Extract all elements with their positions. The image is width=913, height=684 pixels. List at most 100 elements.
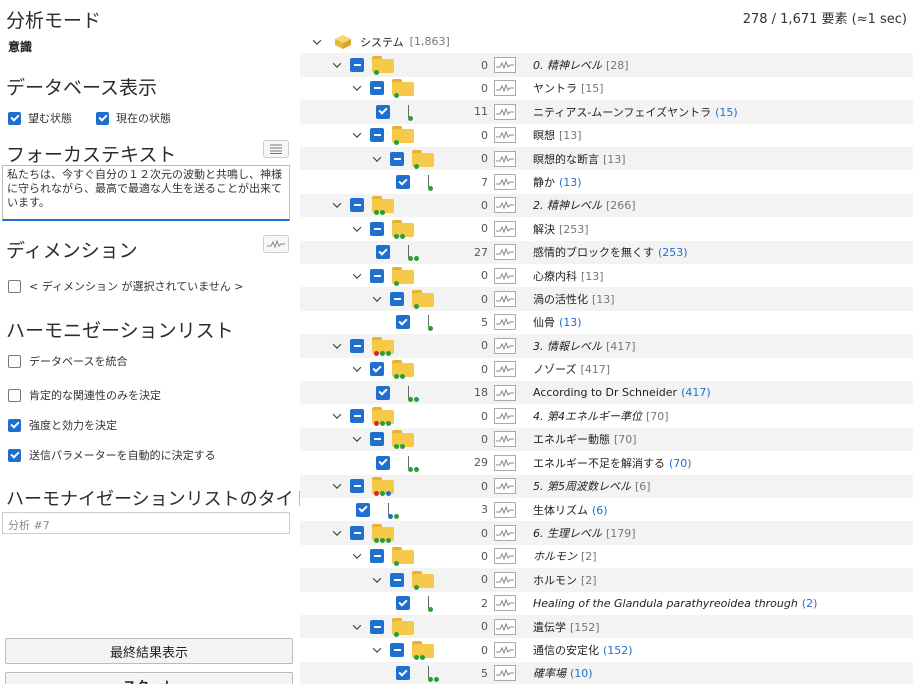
tree-row[interactable]: 0 ホルモン [2] xyxy=(300,568,913,592)
sparkline-icon[interactable] xyxy=(494,642,516,659)
positive-only-checkbox[interactable] xyxy=(8,388,21,402)
sparkline-icon[interactable] xyxy=(494,618,516,635)
sparkline-icon[interactable] xyxy=(494,267,516,284)
tree-row[interactable]: 0 3. 情報レベル [417] xyxy=(300,334,913,358)
sparkline-icon[interactable] xyxy=(494,525,516,542)
current-state-option[interactable]: 現在の状態 xyxy=(96,110,171,126)
tree-checkbox[interactable] xyxy=(376,455,390,470)
chevron-down-icon[interactable] xyxy=(332,341,342,351)
tree-row[interactable]: 0 ホルモン [2] xyxy=(300,545,913,568)
harmonization-option[interactable]: 送信パラメーターを自動的に決定する xyxy=(8,447,216,463)
sparkline-icon[interactable] xyxy=(494,57,516,74)
tree-checkbox[interactable] xyxy=(396,596,410,611)
chevron-down-icon[interactable] xyxy=(352,622,362,632)
tree-row[interactable]: 0 通信の安定化 (152) xyxy=(300,638,913,661)
sparkline-icon[interactable] xyxy=(494,127,516,144)
tree-row[interactable]: 0 解決 [253] xyxy=(300,217,913,240)
auto-params-checkbox[interactable] xyxy=(8,448,21,462)
tree-checkbox[interactable] xyxy=(396,666,410,681)
tree-checkbox[interactable] xyxy=(370,362,384,377)
sparkline-icon[interactable] xyxy=(494,665,516,682)
chevron-down-icon[interactable] xyxy=(332,411,342,421)
sparkline-icon[interactable] xyxy=(494,454,516,471)
tree-checkbox[interactable] xyxy=(350,409,364,424)
dimension-option[interactable]: < ディメンション が選択されていません > xyxy=(8,278,244,294)
tree-row[interactable]: 0 4. 第4エネルギー準位 [70] xyxy=(300,404,913,427)
sparkline-icon[interactable] xyxy=(494,478,516,495)
list-title-input[interactable]: 分析 #7 xyxy=(2,512,290,534)
tree-checkbox[interactable] xyxy=(390,643,404,658)
sparkline-icon[interactable] xyxy=(494,244,516,261)
chevron-down-icon[interactable] xyxy=(352,130,362,140)
tree-row[interactable]: 0 0. 精神レベル [28] xyxy=(300,53,913,77)
strength-checkbox[interactable] xyxy=(8,418,21,432)
chevron-down-icon[interactable] xyxy=(372,294,382,304)
tree-row[interactable]: 11 ニティアス-ムーンフェイズヤントラ (15) xyxy=(300,100,913,124)
sparkline-icon[interactable] xyxy=(494,408,516,425)
tree-checkbox[interactable] xyxy=(390,151,404,166)
tree-checkbox[interactable] xyxy=(376,104,390,119)
tree-row[interactable]: 3 生体リズム (6) xyxy=(300,498,913,521)
tree-row[interactable]: 18 According to Dr Schneider (417) xyxy=(300,381,913,405)
tree-checkbox[interactable] xyxy=(350,198,364,213)
sparkline-icon[interactable] xyxy=(494,314,516,331)
tree-row[interactable]: 5 確率場 (10) xyxy=(300,661,913,684)
chevron-down-icon[interactable] xyxy=(312,37,322,47)
tree-row[interactable]: 0 ノゾーズ [417] xyxy=(300,358,913,381)
tree-checkbox[interactable] xyxy=(356,502,370,517)
tree-checkbox[interactable] xyxy=(370,619,384,634)
focus-text-area[interactable]: 私たちは、今すぐ自分の１２次元の波動と共鳴し、神様に守られながら、最高で最適な人… xyxy=(2,165,290,221)
tree-row[interactable]: 0 渦の活性化 [13] xyxy=(300,287,913,311)
chevron-down-icon[interactable] xyxy=(352,364,362,374)
tree-root-row[interactable]: システム [1,863] xyxy=(300,30,913,53)
sparkline-icon[interactable] xyxy=(494,103,516,120)
sparkline-icon[interactable] xyxy=(494,571,516,588)
tree-checkbox[interactable] xyxy=(390,292,404,307)
chevron-down-icon[interactable] xyxy=(372,154,382,164)
tree-row[interactable]: 5 仙骨 (13) xyxy=(300,311,913,334)
chevron-down-icon[interactable] xyxy=(372,575,382,585)
sparkline-icon[interactable] xyxy=(494,361,516,378)
tree-row[interactable]: 0 5. 第5周波数レベル [6] xyxy=(300,474,913,498)
sparkline-icon[interactable] xyxy=(494,431,516,448)
tree-checkbox[interactable] xyxy=(376,385,390,400)
waveform-button[interactable] xyxy=(263,235,289,253)
tree-checkbox[interactable] xyxy=(350,58,364,73)
dimension-checkbox[interactable] xyxy=(8,279,21,293)
tree-checkbox[interactable] xyxy=(370,549,384,564)
sparkline-icon[interactable] xyxy=(494,174,516,191)
tree-checkbox[interactable] xyxy=(376,245,390,260)
sparkline-icon[interactable] xyxy=(494,291,516,308)
sparkline-icon[interactable] xyxy=(494,548,516,565)
chevron-down-icon[interactable] xyxy=(332,200,342,210)
tree-row[interactable]: 0 瞑想的な断言 [13] xyxy=(300,147,913,171)
tree-checkbox[interactable] xyxy=(350,479,364,494)
tree-row[interactable]: 0 エネルギー動態 [70] xyxy=(300,427,913,452)
sparkline-icon[interactable] xyxy=(494,80,516,97)
tree-checkbox[interactable] xyxy=(370,128,384,143)
sparkline-icon[interactable] xyxy=(494,501,516,518)
sparkline-icon[interactable] xyxy=(494,595,516,612)
chevron-down-icon[interactable] xyxy=(332,481,342,491)
merge-db-checkbox[interactable] xyxy=(8,354,21,368)
tree-checkbox[interactable] xyxy=(370,268,384,283)
desired-state-checkbox[interactable] xyxy=(8,111,21,125)
sparkline-icon[interactable] xyxy=(494,150,516,167)
tree-checkbox[interactable] xyxy=(350,338,364,353)
tree-checkbox[interactable] xyxy=(390,572,404,587)
tree-row[interactable]: 2 Healing of the Glandula parathyreoidea … xyxy=(300,592,913,615)
sparkline-icon[interactable] xyxy=(494,220,516,237)
sparkline-icon[interactable] xyxy=(494,197,516,214)
sparkline-icon[interactable] xyxy=(494,337,516,354)
tree-row[interactable]: 0 ヤントラ [15] xyxy=(300,77,913,100)
harmonization-option[interactable]: 強度と効力を決定 xyxy=(8,417,117,433)
tree-checkbox[interactable] xyxy=(396,315,410,330)
chevron-down-icon[interactable] xyxy=(352,434,362,444)
tree-checkbox[interactable] xyxy=(370,432,384,447)
final-result-button[interactable]: 最終結果表示 xyxy=(5,638,293,664)
tree-row[interactable]: 27 感情的ブロックを無くす (253) xyxy=(300,240,913,264)
chevron-down-icon[interactable] xyxy=(332,528,342,538)
tree-row[interactable]: 0 心療内科 [13] xyxy=(300,264,913,287)
chevron-down-icon[interactable] xyxy=(352,83,362,93)
chevron-down-icon[interactable] xyxy=(332,60,342,70)
